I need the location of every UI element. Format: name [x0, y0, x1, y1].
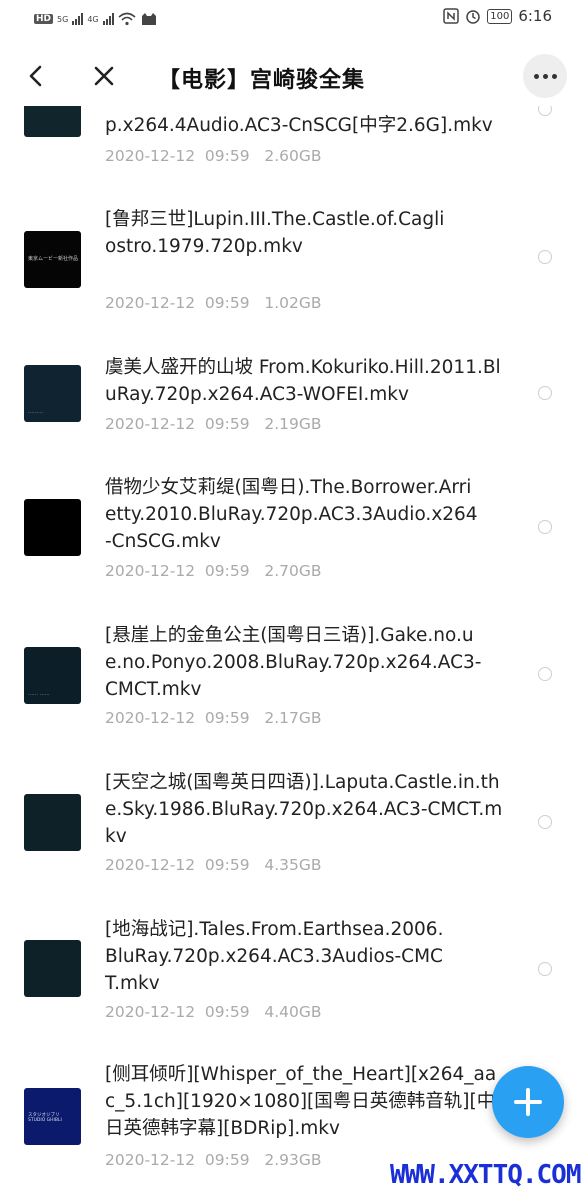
file-name: [悬崖上的金鱼公主(国粤日三语)].Gake.no.ue.no.Ponyo.20…	[105, 625, 482, 700]
file-size: 2.70GB	[264, 562, 322, 580]
file-name: [鲁邦三世]Lupin.III.The.Castle.of.Cagliostro…	[105, 209, 445, 257]
signal-icon	[72, 13, 84, 25]
file-meta: 2020-12-12 09:59 2.17GB	[105, 709, 322, 727]
file-size: 4.40GB	[264, 1003, 322, 1021]
network-5g-label: 5G	[57, 14, 69, 24]
title-bar: 【电影】宫崎骏全集	[0, 48, 588, 106]
file-meta: 2020-12-12 09:59 2.70GB	[105, 562, 322, 580]
add-file-button[interactable]	[492, 1066, 564, 1138]
file-size: 2.60GB	[264, 147, 322, 165]
file-thumbnail	[24, 499, 81, 556]
select-radio[interactable]	[538, 386, 552, 400]
select-radio[interactable]	[538, 815, 552, 829]
select-radio[interactable]	[538, 250, 552, 264]
file-thumbnail: スタジオジブリ STUDIO GHIBLI	[24, 1088, 81, 1145]
file-name: 借物少女艾莉缇(国粤日).The.Borrower.Arrietty.2010.…	[105, 477, 478, 552]
file-size: 2.93GB	[264, 1151, 322, 1169]
file-size: 2.17GB	[264, 709, 322, 727]
thumbnail-caption: …… ……	[28, 691, 50, 697]
battery-icon: 100	[487, 8, 513, 24]
file-meta: 2020-12-12 09:59 4.40GB	[105, 1003, 322, 1021]
select-radio[interactable]	[538, 520, 552, 534]
signal-icon-2	[102, 13, 114, 25]
file-name: [侧耳倾听][Whisper_of_the_Heart][x264_aac_5.…	[105, 1064, 497, 1139]
file-meta: 2020-12-12 09:59 4.35GB	[105, 856, 322, 874]
watermark-text: WWW.XXTTQ.COM	[390, 1160, 581, 1190]
file-name: [天空之城(国粤英日四语)].Laputa.Castle.in.the.Sky.…	[105, 772, 503, 847]
file-meta: 2020-12-12 09:59 2.60GB	[105, 147, 322, 165]
more-dot-icon	[533, 73, 539, 79]
file-date: 2020-12-12 09:59	[105, 709, 250, 727]
select-radio[interactable]	[538, 106, 552, 116]
file-meta: 2020-12-12 09:59 2.93GB	[105, 1151, 322, 1169]
file-thumbnail: …… ……	[24, 647, 81, 704]
file-date: 2020-12-12 09:59	[105, 562, 250, 580]
wifi-icon	[118, 12, 136, 26]
file-size: 1.02GB	[264, 294, 322, 312]
file-thumbnail	[24, 940, 81, 997]
file-date: 2020-12-12 09:59	[105, 415, 250, 433]
back-arrow-icon[interactable]	[22, 62, 50, 90]
file-date: 2020-12-12 09:59	[105, 147, 250, 165]
thumbnail-caption: スタジオジブリ STUDIO GHIBLI	[28, 1113, 62, 1123]
file-date: 2020-12-12 09:59	[105, 1151, 250, 1169]
status-bar: HD 5G 4G 100 6:16	[0, 0, 588, 40]
thumbnail-caption: ………	[28, 409, 43, 415]
select-radio[interactable]	[538, 962, 552, 976]
select-radio[interactable]	[538, 667, 552, 681]
file-name: p.x264.4Audio.AC3-CnSCG[中字2.6G].mkv	[105, 115, 493, 136]
file-size: 4.35GB	[264, 856, 322, 874]
more-dot-icon	[551, 73, 557, 79]
file-thumbnail: 東京ムービー新社作品	[24, 231, 81, 288]
cat-icon	[141, 13, 156, 25]
file-date: 2020-12-12 09:59	[105, 294, 250, 312]
more-dot-icon	[542, 73, 548, 79]
file-thumbnail	[24, 794, 81, 851]
file-name: [地海战记].Tales.From.Earthsea.2006.BluRay.7…	[105, 919, 444, 994]
thumbnail-caption: 東京ムービー新社作品	[28, 256, 79, 262]
file-meta: 2020-12-12 09:59 1.02GB	[105, 294, 322, 312]
nfc-icon	[443, 8, 459, 24]
file-size: 2.19GB	[264, 415, 322, 433]
file-name: 虞美人盛开的山坡 From.Kokuriko.Hill.2011.BluRay.…	[105, 357, 501, 405]
network-4g-label: 4G	[87, 14, 99, 24]
file-thumbnail	[24, 106, 81, 137]
alarm-icon	[466, 10, 480, 24]
file-thumbnail: ………	[24, 365, 81, 422]
status-time: 6:16	[518, 7, 552, 25]
close-icon[interactable]	[90, 62, 118, 90]
file-meta: 2020-12-12 09:59 2.19GB	[105, 415, 322, 433]
file-list: p.x264.4Audio.AC3-CnSCG[中字2.6G].mkv 2020…	[0, 106, 588, 1200]
file-date: 2020-12-12 09:59	[105, 1003, 250, 1021]
page-title: 【电影】宫崎骏全集	[158, 68, 366, 93]
hd-badge: HD	[34, 14, 54, 24]
more-options-button[interactable]	[523, 54, 567, 98]
file-date: 2020-12-12 09:59	[105, 856, 250, 874]
